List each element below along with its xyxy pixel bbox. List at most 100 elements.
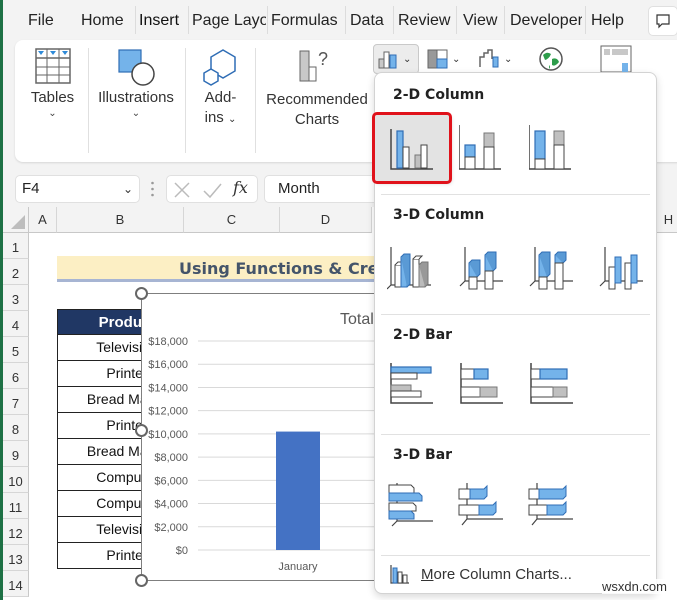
tab-view[interactable]: View — [463, 10, 501, 32]
pivotchart-button[interactable] — [600, 44, 636, 74]
row-header-4[interactable]: 4 — [3, 311, 29, 337]
stacked-column-option[interactable] — [459, 119, 525, 177]
chart-title: Total — [340, 311, 374, 328]
row-header-6[interactable]: 6 — [3, 363, 29, 389]
y-tick-label: $2,000 — [154, 522, 188, 534]
product-name: Bread Maker — [86, 391, 147, 407]
table-header-text: Product — [98, 314, 146, 331]
tab-divider — [504, 6, 505, 34]
row-header-11[interactable]: 11 — [3, 493, 29, 519]
100-percent-stacked-column-option[interactable] — [529, 119, 595, 177]
table-cell-product[interactable]: Bread Maker — [57, 387, 147, 413]
row-header-10[interactable]: 10 — [3, 467, 29, 493]
row-header-12[interactable]: 12 — [3, 519, 29, 545]
resize-handle-mid-left[interactable] — [135, 424, 148, 437]
tab-page-layout[interactable]: Page Layout — [192, 10, 266, 32]
row-header-1[interactable]: 1 — [3, 233, 29, 259]
clustered-bar-option[interactable] — [387, 361, 453, 419]
row-header-3[interactable]: 3 — [3, 285, 29, 311]
row-header-2[interactable]: 2 — [3, 259, 29, 285]
clustered-column-option[interactable] — [372, 112, 452, 184]
column-chart-button[interactable]: ⌄ — [373, 44, 419, 74]
3d-clustered-column-option[interactable] — [387, 237, 453, 295]
x-tick-label: January — [278, 561, 318, 573]
check-icon[interactable] — [201, 179, 223, 201]
row-header-13[interactable]: 13 — [3, 545, 29, 571]
row-header-8[interactable]: 8 — [3, 415, 29, 441]
chart-canvas: Total $0 $2,000 $4,000 $6,000 $8,000 $10,000 $1… — [148, 311, 392, 573]
tab-divider — [267, 6, 268, 34]
tab-home[interactable]: Home — [81, 10, 131, 32]
resize-handle-bottom-left[interactable] — [135, 574, 148, 587]
column-header-h[interactable]: H — [657, 207, 677, 233]
3d-column-icon — [599, 247, 643, 290]
table-cell-product[interactable]: Bread Maker — [57, 439, 147, 465]
resize-handle-top-left[interactable] — [135, 287, 148, 300]
product-name: Printer — [106, 547, 147, 563]
drag-handle-icon[interactable] — [151, 181, 154, 197]
column-header-c[interactable]: C — [184, 207, 280, 233]
stacked-bar-icon — [460, 363, 503, 404]
waterfall-chart-icon — [479, 49, 499, 68]
tab-formulas[interactable]: Formulas — [271, 10, 343, 32]
group-divider — [255, 48, 256, 153]
row-header-14[interactable]: 14 — [3, 571, 29, 597]
table-cell-product[interactable]: Printer — [57, 543, 147, 569]
gallery-divider — [381, 314, 650, 315]
column-header-a[interactable]: A — [29, 207, 57, 233]
table-cell-product[interactable]: Computer — [57, 491, 147, 517]
addins-button[interactable]: Add- ins ⌄ — [193, 40, 248, 162]
select-all-button[interactable] — [3, 207, 29, 233]
tab-file[interactable]: File — [28, 10, 58, 32]
3d-stacked-bar-icon — [458, 483, 503, 526]
table-cell-product[interactable]: Television — [57, 517, 147, 543]
product-name: Computer — [96, 495, 146, 511]
recommended-charts-button[interactable]: ? Recommended Charts — [263, 40, 371, 162]
table-cell-product[interactable]: Printer — [57, 361, 147, 387]
cancel-icon[interactable] — [171, 179, 193, 201]
3d-stacked-bar-option[interactable] — [457, 481, 523, 539]
table-cell-product[interactable]: Television — [57, 335, 147, 361]
row-header-7[interactable]: 7 — [3, 389, 29, 415]
name-box[interactable]: F4 ⌄ — [15, 175, 140, 203]
tab-insert[interactable]: Insert — [139, 10, 185, 32]
tab-review[interactable]: Review — [398, 10, 454, 32]
addins-label-text: ins — [204, 109, 224, 126]
3d-clustered-bar-option[interactable] — [387, 481, 453, 539]
maps-chart-button[interactable] — [537, 44, 567, 74]
tab-developer[interactable]: Developer — [510, 10, 582, 32]
hierarchy-chart-button[interactable]: ⌄ — [427, 44, 469, 74]
product-name: Television — [96, 339, 146, 355]
section-title-3d-column: 3-D Column — [393, 207, 485, 223]
table-cell-product[interactable]: Printer — [57, 413, 147, 439]
recommended-charts-icon: ? — [299, 49, 328, 82]
comments-button[interactable] — [648, 6, 677, 36]
more-column-charts-link[interactable]: More Column Charts... — [389, 563, 572, 585]
tab-help[interactable]: Help — [591, 10, 629, 32]
chevron-down-icon[interactable]: ⌄ — [123, 176, 133, 202]
table-cell-product[interactable]: Computer — [57, 465, 147, 491]
column-header-b[interactable]: B — [57, 207, 184, 233]
100-percent-stacked-bar-option[interactable] — [527, 361, 593, 419]
insert-function-icon[interactable]: fx — [233, 178, 248, 197]
row-header-9[interactable]: 9 — [3, 441, 29, 467]
waterfall-chart-button[interactable]: ⌄ — [479, 44, 521, 74]
3d-100-percent-stacked-column-option[interactable] — [527, 237, 593, 295]
illustrations-button[interactable]: Illustrations ⌄ — [95, 40, 177, 162]
y-tick-label: $0 — [176, 545, 188, 557]
gallery-divider — [381, 555, 650, 556]
formula-input[interactable]: Month — [264, 175, 384, 203]
3d-100-percent-stacked-bar-option[interactable] — [527, 481, 593, 539]
table-header-product[interactable]: Product — [57, 309, 147, 335]
stacked-bar-option[interactable] — [457, 361, 523, 419]
3d-column-option[interactable] — [597, 237, 663, 295]
3d-stacked-column-option[interactable] — [457, 237, 523, 295]
tab-data[interactable]: Data — [350, 10, 390, 32]
tab-divider — [345, 6, 346, 34]
tables-button[interactable]: Tables ⌄ — [25, 40, 80, 162]
column-header-d[interactable]: D — [280, 207, 372, 233]
product-name: Printer — [106, 417, 147, 433]
tab-divider — [456, 6, 457, 34]
row-header-5[interactable]: 5 — [3, 337, 29, 363]
chart-object[interactable]: Total $0 $2,000 $4,000 $6,000 $8,000 $10,000 $1… — [141, 293, 392, 581]
